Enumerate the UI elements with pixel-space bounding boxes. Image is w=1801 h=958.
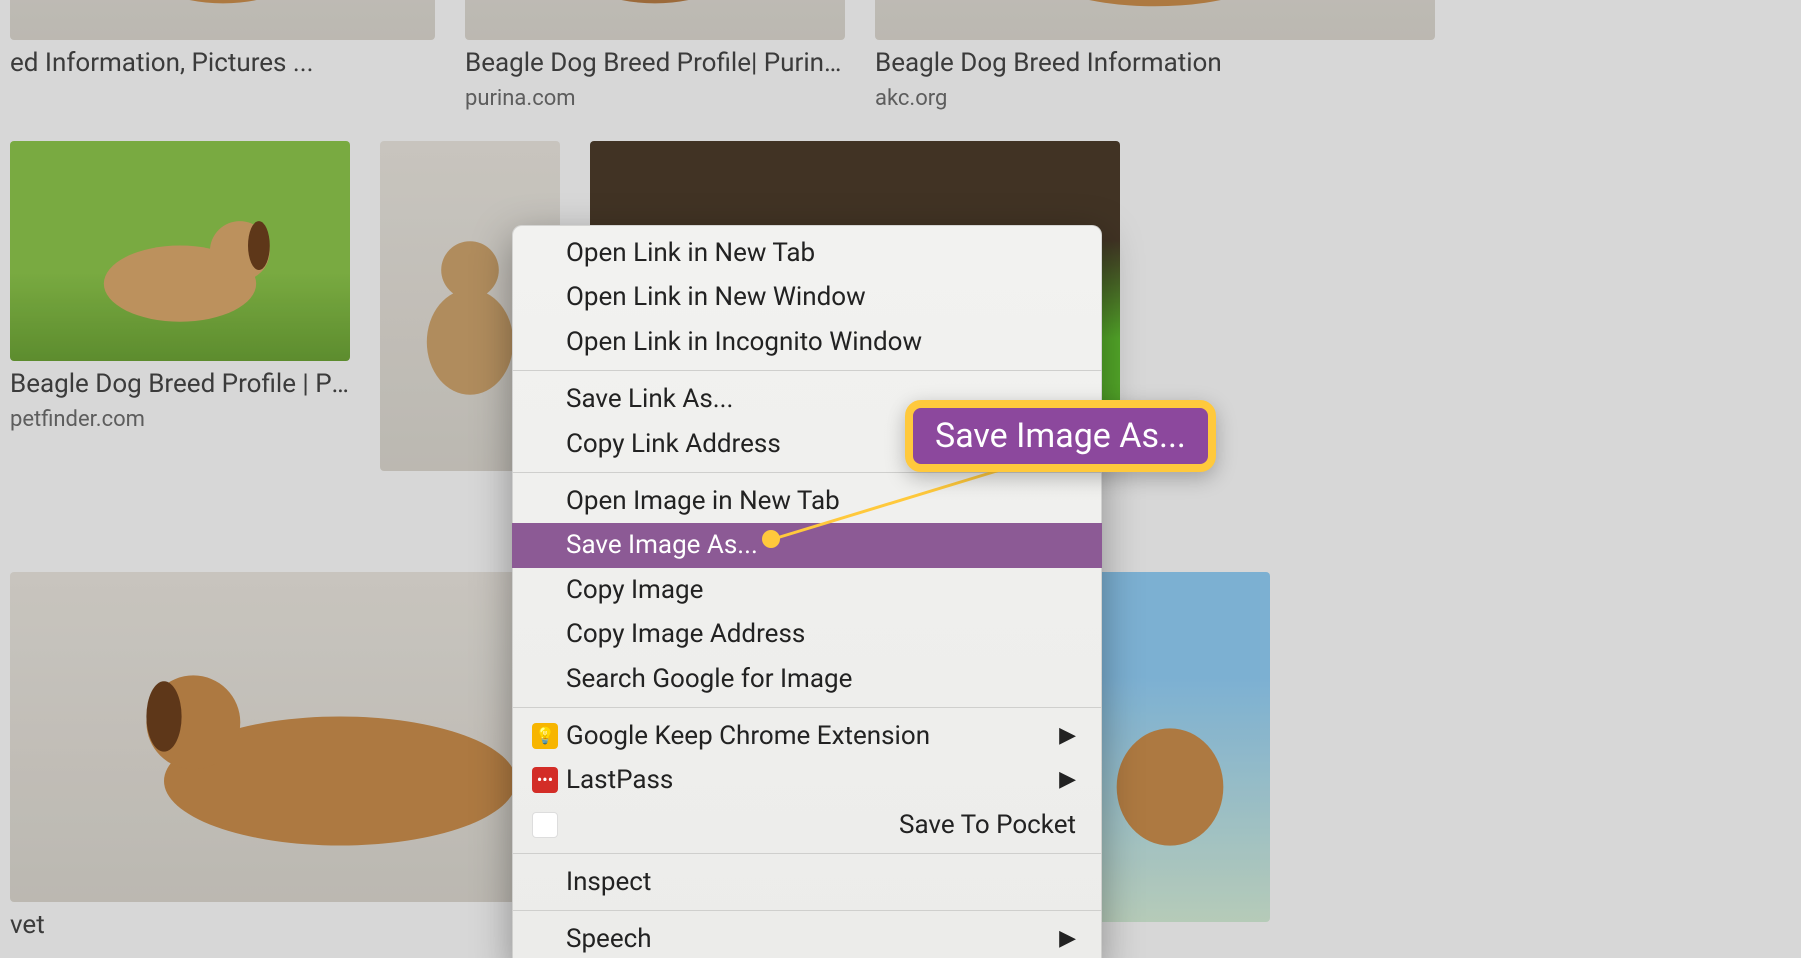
image-title: Beagle Dog Breed Profile | Petfi <box>10 369 350 399</box>
submenu-arrow-icon: ▶ <box>1059 721 1076 752</box>
ctx-open-link-new-tab[interactable]: Open Link in New Tab <box>512 231 1102 275</box>
submenu-arrow-icon: ▶ <box>1059 924 1076 955</box>
pocket-icon: ◡ <box>532 812 558 838</box>
ctx-copy-image[interactable]: Copy Image <box>512 568 1102 612</box>
ctx-copy-image-address[interactable]: Copy Image Address <box>512 612 1102 656</box>
image-tile[interactable]: ed Information, Pictures ... <box>10 0 435 111</box>
image-source: akc.org <box>875 86 1435 111</box>
image-source: petfinder.com <box>10 407 350 432</box>
context-menu: Open Link in New Tab Open Link in New Wi… <box>512 225 1102 958</box>
dog-illustration <box>465 0 845 40</box>
image-tile[interactable]: Beagle Dog Breed Profile | Petfi petfind… <box>10 141 350 542</box>
dog-illustration <box>10 141 350 361</box>
dog-illustration <box>10 0 435 40</box>
image-source: purina.com <box>465 86 845 111</box>
ctx-inspect[interactable]: Inspect <box>512 860 1102 904</box>
image-thumbnail[interactable] <box>10 141 350 361</box>
ctx-ext-google-keep[interactable]: 💡 Google Keep Chrome Extension ▶ <box>512 714 1102 758</box>
submenu-arrow-icon: ▶ <box>1059 765 1076 796</box>
image-thumbnail[interactable] <box>875 0 1435 40</box>
ctx-ext-lastpass[interactable]: ••• LastPass ▶ <box>512 758 1102 802</box>
annotation-connector-line <box>760 460 1020 570</box>
image-thumbnail[interactable] <box>10 0 435 40</box>
ctx-search-google-for-image[interactable]: Search Google for Image <box>512 657 1102 701</box>
ctx-speech[interactable]: Speech ▶ <box>512 917 1102 958</box>
ctx-separator <box>512 707 1102 708</box>
google-keep-icon: 💡 <box>532 723 558 749</box>
ctx-ext-pocket[interactable]: ◡ Save To Pocket <box>512 803 1102 847</box>
image-thumbnail[interactable] <box>465 0 845 40</box>
image-title: ed Information, Pictures ... <box>10 48 435 78</box>
ctx-open-link-incognito[interactable]: Open Link in Incognito Window <box>512 320 1102 364</box>
image-title: Beagle Dog Breed Information <box>875 48 1435 78</box>
annotation-pointer-dot <box>762 530 780 548</box>
image-title: Beagle Dog Breed Profile| Purin… <box>465 48 845 78</box>
ctx-separator <box>512 370 1102 371</box>
image-tile[interactable]: Beagle Dog Breed Information akc.org <box>875 0 1435 111</box>
dog-illustration <box>875 0 1435 40</box>
ctx-separator <box>512 910 1102 911</box>
ctx-separator <box>512 853 1102 854</box>
lastpass-icon: ••• <box>532 767 558 793</box>
annotation-callout: Save Image As... <box>905 400 1216 472</box>
image-tile[interactable]: Beagle Dog Breed Profile| Purin… purina.… <box>465 0 845 111</box>
ctx-open-link-new-window[interactable]: Open Link in New Window <box>512 275 1102 319</box>
